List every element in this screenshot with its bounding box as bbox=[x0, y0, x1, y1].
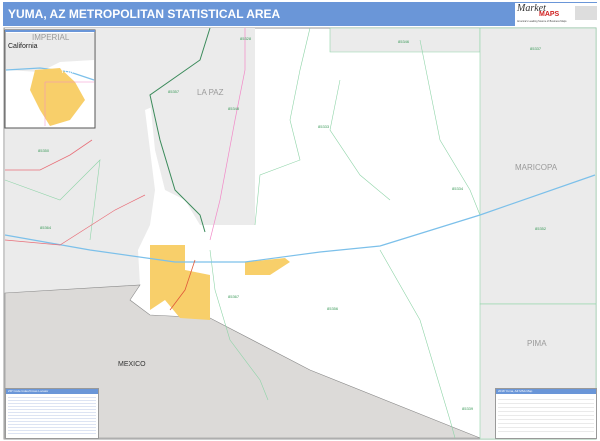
map-canvas[interactable]: LA PAZ MARICOPA PIMA MEXICO 85328 85346 … bbox=[0, 27, 600, 441]
legend-title: ZIP Code Index/Cross Locator bbox=[6, 389, 98, 394]
label-pima: PIMA bbox=[527, 339, 547, 348]
zip-label: 85352 bbox=[535, 226, 547, 231]
label-yuma: YUMA bbox=[60, 68, 81, 75]
label-la-paz: LA PAZ bbox=[197, 88, 224, 97]
zip-label: 85333 bbox=[318, 124, 330, 129]
inset-map[interactable]: IMPERIAL California YUMA bbox=[4, 29, 96, 129]
label-california: California bbox=[8, 43, 38, 50]
zip-label: 85328 bbox=[240, 36, 252, 41]
zip-label: 85339 bbox=[462, 406, 474, 411]
zip-label: 85364 bbox=[40, 225, 52, 230]
zip-label: 85337 bbox=[530, 46, 542, 51]
label-imperial: IMPERIAL bbox=[32, 33, 70, 42]
zip-index-table bbox=[8, 395, 96, 435]
map-legend: 2018 Yuma, AZ MSA Map bbox=[495, 388, 597, 439]
label-maricopa: MARICOPA bbox=[515, 163, 558, 172]
map-title: YUMA, AZ METROPOLITAN STATISTICAL AREA bbox=[8, 7, 281, 21]
zip-label: 85348 bbox=[228, 106, 240, 111]
title-bar: YUMA, AZ METROPOLITAN STATISTICAL AREA M… bbox=[3, 2, 599, 26]
legend-symbols bbox=[498, 396, 594, 434]
label-mexico: MEXICO bbox=[118, 361, 146, 368]
logo-text-maps: MAPS bbox=[539, 11, 560, 18]
zip-label: 85357 bbox=[168, 89, 180, 94]
zip-label: 85334 bbox=[452, 186, 464, 191]
zip-label: 85346 bbox=[398, 39, 410, 44]
market-maps-logo: Market MAPS America's Leading Source of … bbox=[515, 3, 599, 26]
logo-info-box bbox=[575, 6, 597, 20]
zip-label: 85356 bbox=[327, 306, 339, 311]
zip-label: 85350 bbox=[38, 148, 50, 153]
legend-title: 2018 Yuma, AZ MSA Map bbox=[496, 389, 596, 394]
zip-code-index-legend: ZIP Code Index/Cross Locator bbox=[5, 388, 99, 439]
logo-tagline: America's Leading Source of Business Map… bbox=[517, 20, 567, 23]
zip-label: 85367 bbox=[228, 294, 240, 299]
